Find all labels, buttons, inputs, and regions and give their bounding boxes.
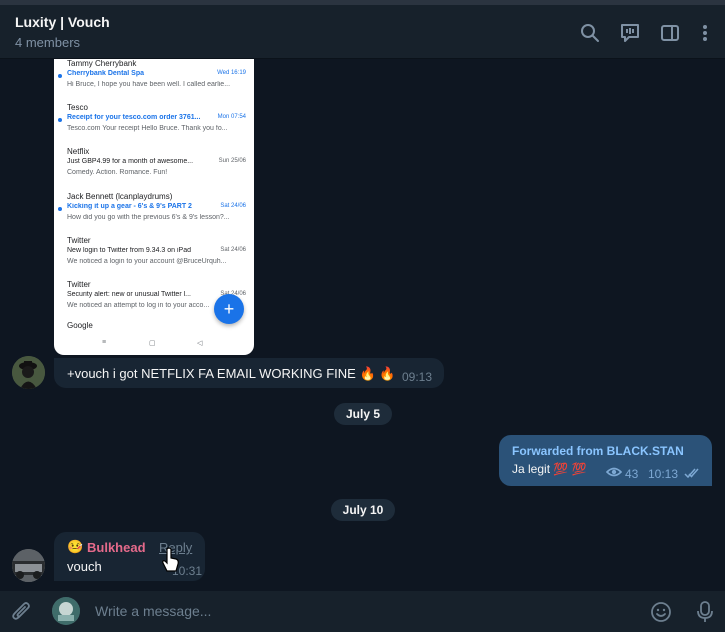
email-snippet: Comedy. Action. Romance. Fun! bbox=[67, 169, 168, 176]
message-bubble[interactable]: +vouch i got NETFLIX FA EMAIL WORKING FI… bbox=[54, 358, 444, 388]
email-date: Sun 25/06 bbox=[218, 158, 246, 164]
home-icon: ▢ bbox=[149, 340, 156, 347]
email-sender: Twitter bbox=[67, 280, 91, 289]
email-item: Jack Bennett (lcanplaydrums) Kicking it … bbox=[54, 192, 254, 232]
email-snippet: Hi Bruce, I hope you have been well. I c… bbox=[67, 81, 231, 88]
email-subject: Just GBP4.99 for a month of awesome... bbox=[67, 158, 194, 165]
more-icon[interactable] bbox=[694, 22, 716, 44]
avatar[interactable] bbox=[12, 549, 45, 582]
message-composer[interactable] bbox=[0, 591, 725, 632]
date-separator: July 10 bbox=[331, 499, 395, 521]
hand-cursor-icon bbox=[162, 547, 179, 572]
member-count[interactable]: 4 members bbox=[15, 35, 80, 50]
microphone-icon[interactable] bbox=[694, 600, 716, 624]
avatar[interactable] bbox=[12, 356, 45, 389]
date-separator: July 5 bbox=[334, 403, 392, 425]
email-sender: Twitter bbox=[67, 236, 91, 245]
email-snippet: We noticed a login to your account @Bruc… bbox=[67, 258, 227, 265]
message-time: 09:13 bbox=[401, 370, 432, 384]
paperclip-icon[interactable] bbox=[11, 601, 33, 623]
menu-icon: ≡ bbox=[102, 339, 107, 346]
email-sender: Netflix bbox=[67, 147, 90, 156]
email-date: Mon 07:54 bbox=[217, 114, 246, 120]
email-subject: Receipt for your tesco.com order 3761... bbox=[67, 114, 201, 121]
video-chat-icon[interactable] bbox=[619, 22, 641, 44]
unread-dot bbox=[58, 207, 62, 211]
email-sender: Tammy Cherrybank bbox=[67, 59, 137, 68]
email-snippet: Tesco.com Your receipt Hello Bruce. Than… bbox=[67, 125, 228, 132]
android-nav-bar: ≡ ▢ ◁ bbox=[54, 339, 254, 351]
composer-avatar[interactable] bbox=[52, 597, 80, 625]
sidebar-toggle-icon[interactable] bbox=[659, 22, 681, 44]
forwarded-message-bubble[interactable]: Forwarded from BLACK.STAN Ja legit 💯 💯 4… bbox=[499, 435, 712, 486]
message-text: Ja legit 💯 💯 bbox=[512, 462, 587, 476]
email-subject: New login to Twitter from 9.34.3 on iPad bbox=[67, 247, 191, 254]
email-sender: Tesco bbox=[67, 103, 88, 112]
message-time: 10:13 bbox=[648, 467, 679, 481]
compose-fab: + bbox=[214, 294, 244, 324]
email-sender: Jack Bennett (lcanplaydrums) bbox=[67, 192, 173, 201]
email-subject: Security alert: new or unusual Twitter l… bbox=[67, 291, 191, 298]
emoji-icon[interactable] bbox=[650, 601, 672, 623]
chat-title[interactable]: Luxity | Vouch bbox=[15, 14, 110, 30]
email-subject: Kicking it up a gear - 6's & 9's PART 2 bbox=[67, 203, 192, 210]
email-screenshot-image[interactable]: Tammy Cherrybank Cherrybank Dental Spa W… bbox=[54, 59, 254, 355]
email-snippet: How did you go with the previous 6's & 9… bbox=[67, 214, 230, 221]
chat-header[interactable]: Luxity | Vouch 4 members bbox=[0, 5, 725, 59]
search-icon[interactable] bbox=[579, 22, 601, 44]
message-input[interactable] bbox=[95, 600, 625, 622]
message-text: vouch bbox=[67, 559, 102, 574]
back-icon: ◁ bbox=[197, 340, 203, 347]
sender-name[interactable]: Bulkhead bbox=[87, 540, 146, 555]
email-sender: Google bbox=[67, 321, 93, 330]
email-date: Sat 24/06 bbox=[220, 203, 246, 209]
email-item: Tesco Receipt for your tesco.com order 3… bbox=[54, 103, 254, 143]
sender-emoji: 🤒 bbox=[67, 539, 84, 554]
eye-icon bbox=[606, 467, 622, 477]
email-item: Twitter New login to Twitter from 9.34.3… bbox=[54, 236, 254, 276]
email-item: Tammy Cherrybank Cherrybank Dental Spa W… bbox=[54, 59, 254, 99]
unread-dot bbox=[58, 74, 62, 78]
email-item: Netflix Just GBP4.99 for a month of awes… bbox=[54, 147, 254, 187]
forwarded-from-label[interactable]: Forwarded from BLACK.STAN bbox=[512, 444, 684, 458]
email-date: Wed 16:19 bbox=[217, 70, 246, 76]
message-bubble[interactable]: 🤒 Bulkhead Reply vouch 10:31 bbox=[54, 532, 205, 581]
message-text: +vouch i got NETFLIX FA EMAIL WORKING FI… bbox=[67, 366, 396, 381]
message-list[interactable]: Tammy Cherrybank Cherrybank Dental Spa W… bbox=[0, 59, 725, 591]
email-date: Sat 24/06 bbox=[220, 247, 246, 253]
email-subject: Cherrybank Dental Spa bbox=[67, 70, 145, 77]
unread-dot bbox=[58, 118, 62, 122]
view-count: 43 bbox=[625, 467, 639, 481]
read-ticks-icon bbox=[684, 468, 699, 479]
